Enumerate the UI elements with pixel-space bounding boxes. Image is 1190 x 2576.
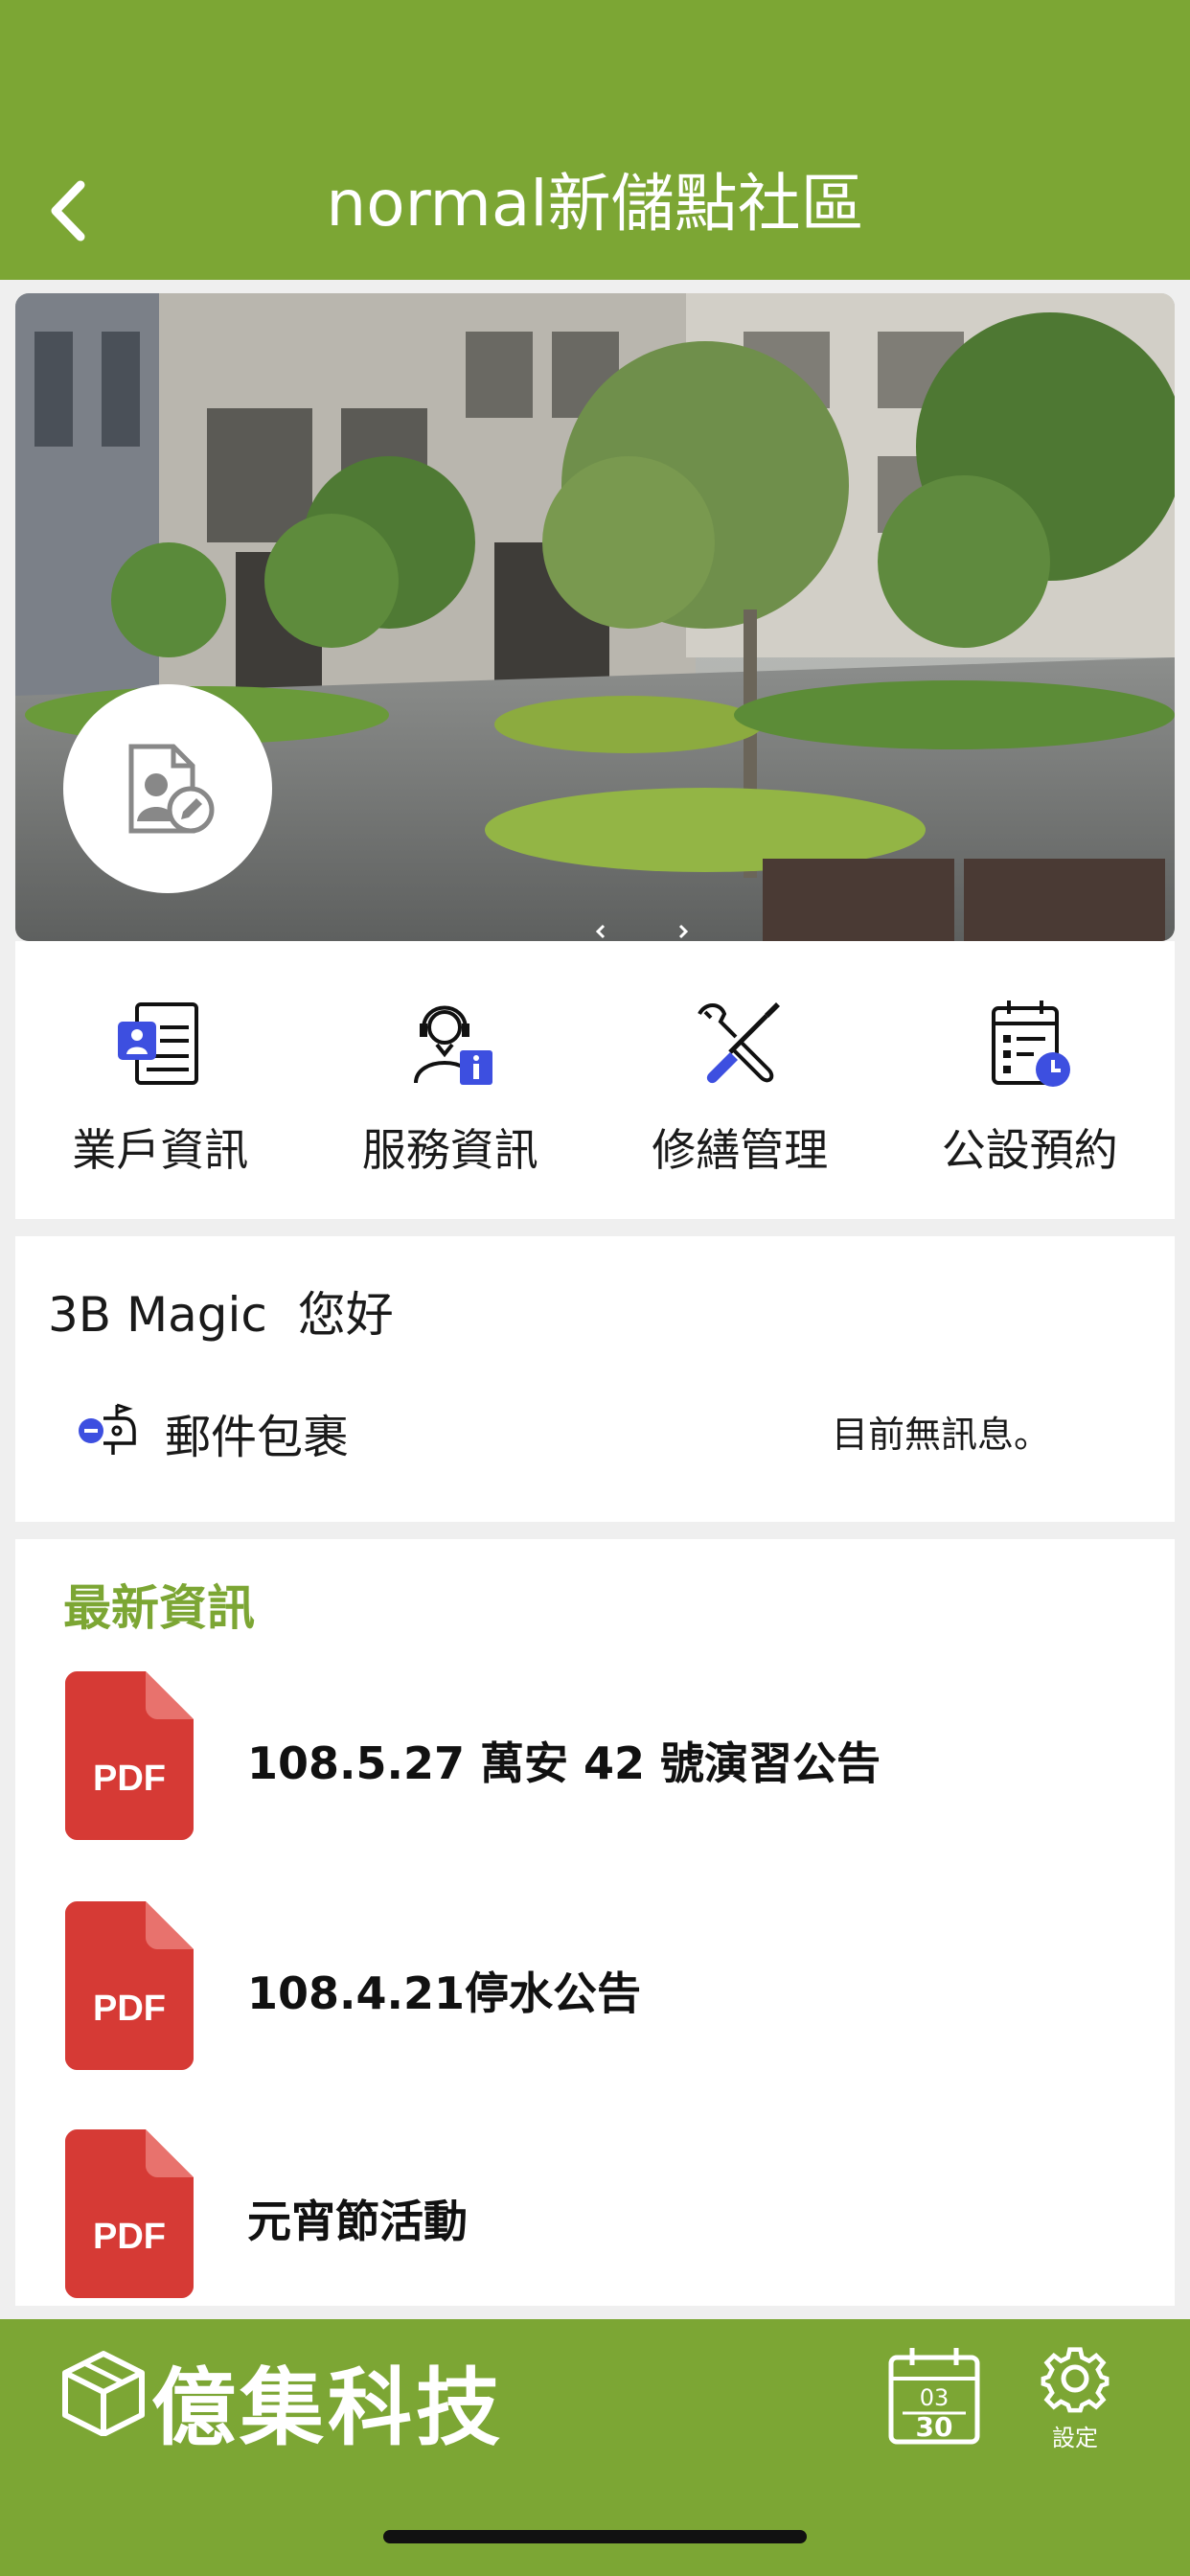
mailbox-icon	[79, 1403, 136, 1455]
pdf-icon: PDF	[65, 1901, 194, 2070]
pdf-icon: PDF	[65, 1671, 194, 1840]
cube-logo-icon	[62, 2351, 145, 2436]
menu-label: 服務資訊	[361, 1124, 538, 1176]
gear-icon	[1041, 2347, 1110, 2413]
home-indicator[interactable]	[383, 2530, 807, 2543]
mail-package-label[interactable]: 郵件包裹	[165, 1399, 349, 1466]
menu-item-service-info[interactable]: 服務資訊	[306, 941, 596, 1219]
pdf-badge: PDF	[93, 1989, 166, 2029]
menu-item-facility-booking[interactable]: 公設預約	[885, 941, 1176, 1219]
news-item-title: 元宵節活動	[247, 2196, 468, 2247]
news-card: 最新資訊 PDF 108.5.27 萬安 42 號演習公告 PDF 108.4.…	[15, 1539, 1175, 2306]
menu-item-resident-info[interactable]: 業戶資訊	[15, 941, 306, 1219]
pdf-badge: PDF	[93, 2217, 166, 2257]
brand-name: 億集科技	[151, 2358, 505, 2457]
news-item[interactable]: PDF 108.5.27 萬安 42 號演習公告	[65, 1671, 1138, 1844]
pdf-icon: PDF	[65, 2129, 194, 2298]
feature-menu: 業戶資訊 服務資訊 修繕管理 公設預約	[15, 941, 1175, 1219]
greeting-card: 3B Magic 您好 郵件包裹 目前無訊息。	[15, 1236, 1175, 1522]
greeting-text: 3B Magic 您好	[48, 1287, 394, 1343]
mail-status: 目前無訊息。	[831, 1414, 1050, 1456]
carousel-arrows[interactable]	[575, 922, 709, 941]
settings-button[interactable]: 設定	[1035, 2342, 1115, 2457]
profile-edit-icon	[128, 744, 215, 834]
news-item[interactable]: PDF 元宵節活動	[65, 2129, 1138, 2302]
resident-info-icon	[118, 1002, 199, 1085]
menu-item-repair[interactable]: 修繕管理	[595, 941, 885, 1219]
pdf-badge: PDF	[93, 1759, 166, 1799]
top-bar: normal新儲點社區	[0, 0, 1190, 280]
repair-tools-icon	[698, 1002, 781, 1084]
menu-label: 業戶資訊	[72, 1124, 249, 1176]
settings-label: 設定	[1052, 2425, 1098, 2451]
news-item-title: 108.4.21停水公告	[247, 1967, 641, 2019]
facility-booking-icon	[991, 1000, 1070, 1087]
page-title: normal新儲點社區	[326, 167, 864, 241]
news-section-title: 最新資訊	[63, 1580, 255, 1636]
calendar-button[interactable]: 03 30	[887, 2346, 981, 2446]
calendar-month: 03	[919, 2384, 950, 2411]
avatar-edit-button[interactable]	[63, 684, 272, 893]
menu-label: 修繕管理	[652, 1124, 829, 1176]
service-info-icon	[413, 1005, 492, 1085]
news-item-title: 108.5.27 萬安 42 號演習公告	[247, 1737, 881, 1789]
calendar-day: 30	[915, 2411, 953, 2443]
news-item[interactable]: PDF 108.4.21停水公告	[65, 1901, 1138, 2074]
menu-label: 公設預約	[941, 1124, 1118, 1176]
